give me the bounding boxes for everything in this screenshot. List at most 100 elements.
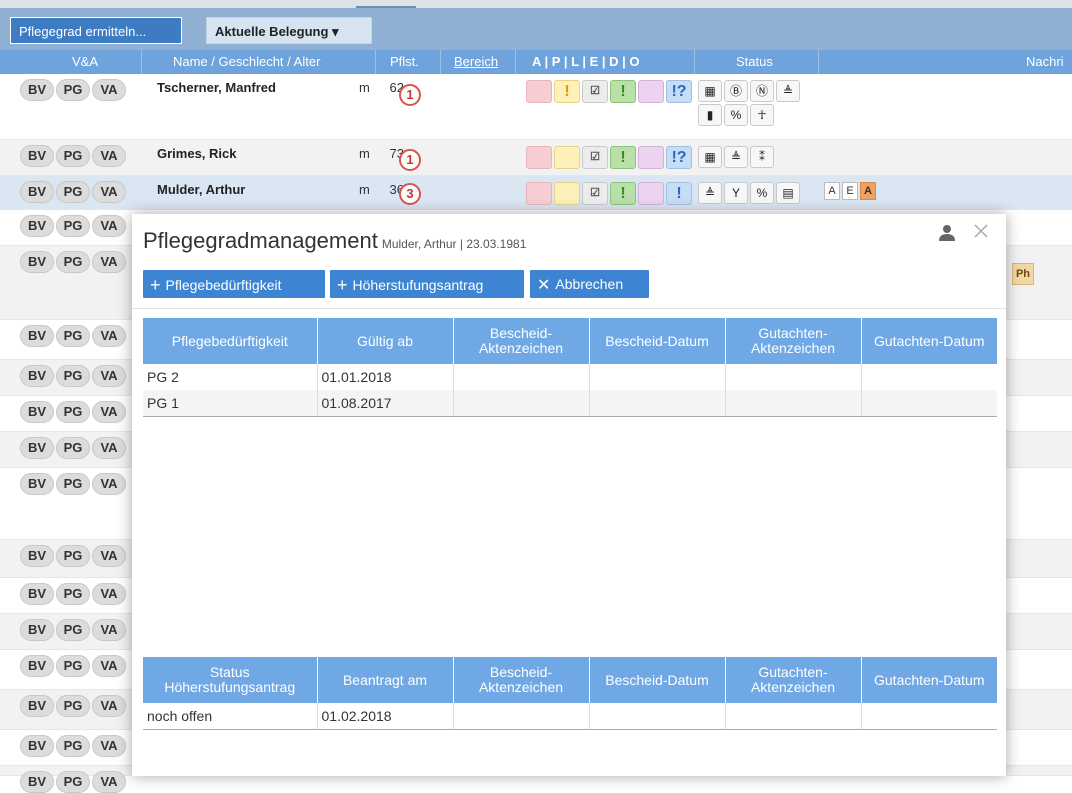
column-header[interactable]: Status Höherstufungsantrag — [143, 657, 318, 703]
aktuelle-belegung-dropdown[interactable]: Aktuelle Belegung ▾ — [206, 17, 372, 44]
b-circle-icon[interactable]: Ⓑ — [724, 80, 748, 102]
column-header[interactable]: Bescheid-Datum — [589, 657, 726, 703]
column-header[interactable]: Gutachten-Datum — [861, 318, 997, 364]
column-header[interactable]: Bescheid- Aktenzeichen — [453, 657, 590, 703]
patient-row[interactable]: BV PG VA Grimes, Rick m 73 1 ☑ ! !? ▦ ≜ … — [0, 140, 1072, 176]
va-badge[interactable]: VA — [92, 365, 126, 387]
va-badge[interactable]: VA — [92, 79, 126, 101]
bv-badge[interactable]: BV — [20, 145, 54, 167]
pflegestufe-indicator[interactable]: 1 — [399, 84, 421, 106]
va-badge[interactable]: VA — [92, 545, 126, 567]
column-header[interactable]: Gutachten- Aktenzeichen — [725, 318, 862, 364]
pg-badge[interactable]: PG — [56, 619, 90, 641]
cell-e[interactable]: ! — [610, 182, 636, 205]
grid-icon[interactable]: ▦ — [698, 80, 722, 102]
message-box-e[interactable]: E — [842, 182, 858, 200]
table-row[interactable]: PG 1 01.08.2017 — [143, 390, 997, 417]
col-apledo[interactable]: A | P | L | E | D | O — [532, 54, 640, 69]
column-header[interactable]: Gültig ab — [317, 318, 454, 364]
va-badge[interactable]: VA — [92, 437, 126, 459]
cell-a[interactable] — [526, 182, 552, 205]
va-badge[interactable]: VA — [92, 251, 126, 273]
va-badge[interactable]: VA — [92, 695, 126, 717]
cell-e[interactable]: ! — [610, 80, 636, 103]
pg-badge[interactable]: PG — [56, 583, 90, 605]
bv-badge[interactable]: BV — [20, 473, 54, 495]
ph-badge[interactable]: Ph — [1012, 263, 1034, 285]
pg-badge[interactable]: PG — [56, 401, 90, 423]
bv-badge[interactable]: BV — [20, 181, 54, 203]
pg-badge[interactable]: PG — [56, 325, 90, 347]
bv-badge[interactable]: BV — [20, 79, 54, 101]
bv-badge[interactable]: BV — [20, 619, 54, 641]
bv-badge[interactable]: BV — [20, 695, 54, 717]
pg-badge[interactable]: PG — [56, 771, 90, 793]
pflegegrad-ermitteln-button[interactable]: Pflegegrad ermitteln... — [10, 17, 182, 44]
close-icon[interactable] — [972, 222, 990, 240]
bv-badge[interactable]: BV — [20, 215, 54, 237]
pg-badge[interactable]: PG — [56, 695, 90, 717]
stack-icon[interactable]: ≜ — [698, 182, 722, 204]
pg-badge[interactable]: PG — [56, 215, 90, 237]
pg-badge[interactable]: PG — [56, 365, 90, 387]
cell-a[interactable] — [526, 146, 552, 169]
col-name[interactable]: Name / Geschlecht / Alter — [173, 54, 320, 69]
cell-o[interactable]: !? — [666, 146, 692, 169]
add-pflegebeduerftigkeit-button[interactable]: + Pflegebedürftigkeit — [143, 270, 325, 298]
va-badge[interactable]: VA — [92, 619, 126, 641]
col-status[interactable]: Status — [736, 54, 773, 69]
bv-badge[interactable]: BV — [20, 251, 54, 273]
pflegestufe-indicator[interactable]: 1 — [399, 149, 421, 171]
col-nachricht[interactable]: Nachri — [1026, 54, 1064, 69]
cell-e[interactable]: ! — [610, 146, 636, 169]
column-header[interactable]: Beantragt am — [317, 657, 454, 703]
stack-icon[interactable]: ≜ — [724, 146, 748, 168]
bv-badge[interactable]: BV — [20, 365, 54, 387]
cell-d[interactable] — [638, 146, 664, 169]
cell-p[interactable]: ! — [554, 80, 580, 103]
cell-o[interactable]: !? — [666, 80, 692, 103]
column-header[interactable]: Bescheid-Datum — [589, 318, 726, 364]
patient-row[interactable]: BV PG VA Tscherner, Manfred m 62 1 ! ☑ !… — [0, 74, 1072, 140]
va-badge[interactable]: VA — [92, 215, 126, 237]
n-circle-icon[interactable]: Ⓝ — [750, 80, 774, 102]
door-icon[interactable]: ▮ — [698, 104, 722, 126]
va-badge[interactable]: VA — [92, 771, 126, 793]
cell-d[interactable] — [638, 80, 664, 103]
pg-badge[interactable]: PG — [56, 735, 90, 757]
table-row[interactable]: noch offen 01.02.2018 — [143, 703, 997, 730]
cell-p[interactable] — [554, 182, 580, 205]
pg-badge[interactable]: PG — [56, 79, 90, 101]
patient-row-selected[interactable]: BV PG VA Mulder, Arthur m 36 3 ☑ ! ! ≜ Y… — [0, 176, 1072, 210]
cell-l[interactable]: ☑ — [582, 80, 608, 103]
va-badge[interactable]: VA — [92, 583, 126, 605]
cancel-button[interactable]: ✕ Abbrechen — [530, 270, 649, 298]
pg-badge[interactable]: PG — [56, 251, 90, 273]
va-badge[interactable]: VA — [92, 145, 126, 167]
percent-icon[interactable]: % — [724, 104, 748, 126]
patient-name[interactable]: Grimes, Rick — [157, 146, 237, 161]
message-box-a[interactable]: A — [824, 182, 840, 200]
pflegestufe-indicator[interactable]: 3 — [399, 183, 421, 205]
column-header[interactable]: Pflegebedürftigkeit — [143, 318, 318, 364]
pg-badge[interactable]: PG — [56, 473, 90, 495]
bv-badge[interactable]: BV — [20, 401, 54, 423]
col-pflst[interactable]: Pflst. — [390, 54, 419, 69]
table-row[interactable]: PG 2 01.01.2018 — [143, 364, 997, 390]
cell-l[interactable]: ☑ — [582, 146, 608, 169]
va-badge[interactable]: VA — [92, 655, 126, 677]
pg-badge[interactable]: PG — [56, 145, 90, 167]
patient-name[interactable]: Tscherner, Manfred — [157, 80, 276, 95]
bv-badge[interactable]: BV — [20, 325, 54, 347]
col-bereich[interactable]: Bereich — [454, 54, 498, 69]
patient-name[interactable]: Mulder, Arthur — [157, 182, 245, 197]
bv-badge[interactable]: BV — [20, 655, 54, 677]
va-badge[interactable]: VA — [92, 473, 126, 495]
col-va[interactable]: V&A — [72, 54, 98, 69]
va-badge[interactable]: VA — [92, 401, 126, 423]
message-box-a-alert[interactable]: A — [860, 182, 876, 200]
document-icon[interactable]: ▤ — [776, 182, 800, 204]
user-icon[interactable] — [938, 224, 956, 242]
pg-badge[interactable]: PG — [56, 545, 90, 567]
column-header[interactable]: Bescheid- Aktenzeichen — [453, 318, 590, 364]
